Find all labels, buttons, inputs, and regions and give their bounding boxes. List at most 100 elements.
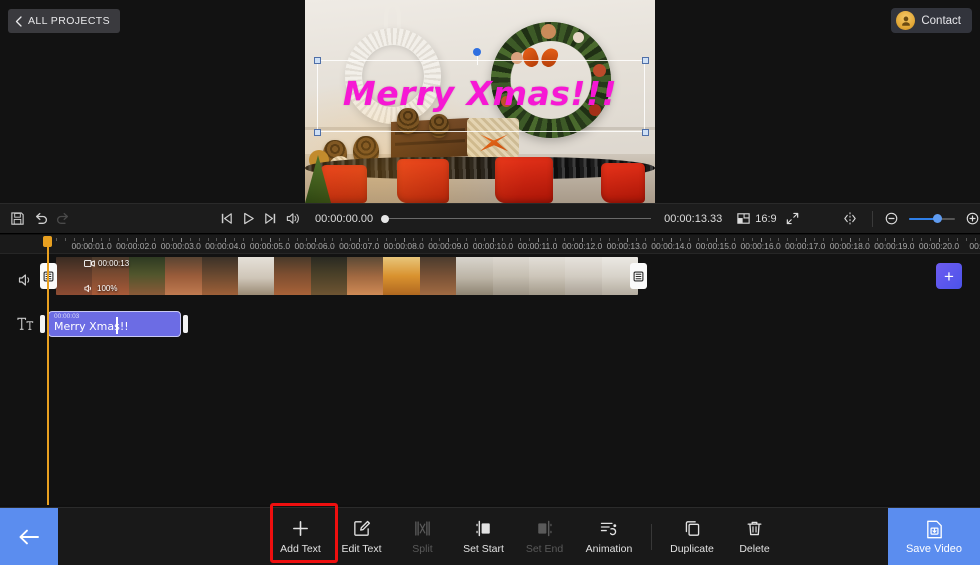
video-camera-icon [84,259,95,268]
volume-button[interactable] [285,206,301,232]
duplicate-icon [683,519,702,538]
animation-icon [599,519,619,538]
overlay-text[interactable]: Merry Xmas!!! [305,72,655,116]
contact-label: Contact [921,14,961,27]
all-projects-button[interactable]: ALL PROJECTS [8,9,121,33]
playhead-handle[interactable] [43,236,52,247]
playhead-line[interactable] [47,243,49,505]
timeline[interactable]: 00:00:01.0 00:00:02.0 00:00:03.0 00:00:04.0… [0,235,980,505]
save-video-button[interactable]: Save Video [888,508,980,565]
trash-icon [745,519,764,538]
duplicate-button[interactable]: Duplicate [660,508,724,565]
playback-control-bar: 00:00:00.00 00:00:13.33 16:9 [0,203,980,234]
set-start-icon [474,519,493,538]
set-end-button[interactable]: Set End [514,508,575,565]
set-start-label: Set Start [463,543,504,555]
aspect-ratio-label[interactable]: 16:9 [755,213,776,225]
edit-text-button[interactable]: Edit Text [331,508,392,565]
preview-area: ALL PROJECTS Contact Merry Xmas!!! [0,0,980,203]
ruler-label: 00:00:16.0 [740,241,781,251]
ruler-label: 00:00:19.0 [874,241,915,251]
rotate-handle[interactable] [473,48,481,56]
snap-to-center-icon[interactable] [842,206,858,232]
set-start-button[interactable]: Set Start [453,508,514,565]
ruler-label: 00:00:17.0 [785,241,826,251]
play-button[interactable] [241,206,256,232]
resize-handle-bottom-left[interactable] [314,129,321,136]
plus-icon [291,519,310,538]
aspect-ratio-icon[interactable] [736,206,751,232]
duplicate-label: Duplicate [670,543,714,555]
video-clip[interactable]: 00:00:13 100% [56,257,638,295]
timeline-ruler[interactable]: 00:00:01.0 00:00:02.0 00:00:03.0 00:00:04.0… [0,235,980,254]
undo-button[interactable] [33,206,49,232]
video-clip-volume: 100% [84,284,117,293]
animation-button[interactable]: Animation [575,508,643,565]
current-timecode: 00:00:00.00 [315,212,374,225]
add-text-button[interactable]: Add Text [270,508,331,565]
chevron-left-icon [14,15,23,27]
ruler-label: 00:00:11.0 [517,241,558,251]
save-video-label: Save Video [905,543,963,555]
zoom-out-button[interactable] [884,206,899,232]
text-clip-trim-handle-left[interactable] [40,315,45,333]
zoom-in-button[interactable] [965,206,980,232]
text-clip[interactable]: 00:00:03 Merry Xmas!! [48,311,181,337]
delete-label: Delete [739,543,770,555]
ruler-label: 00:00:14.0 [651,241,692,251]
bottom-toolbar: Add Text Edit Text Split Set Start Set E… [0,507,980,565]
split-button[interactable]: Split [392,508,453,565]
toolbar-divider [871,210,873,227]
ruler-label: 00:00:20.0 [918,241,960,251]
previous-frame-button[interactable] [219,206,234,232]
ruler-label: 00:00:09.0 [428,241,469,251]
ruler-label: 00:00:18.0 [829,241,870,251]
ruler-tick [55,238,57,241]
text-clip-duration: 00:00:03 [54,313,80,320]
ruler-label: 00:00:06.0 [294,241,335,251]
ruler-label: 00:00:13.0 [606,241,647,251]
ruler-label: 00:00:07.0 [339,241,380,251]
ruler-label: 00:00:02.0 [116,241,157,251]
filmstrip [56,257,638,295]
all-projects-label: ALL PROJECTS [28,15,111,27]
video-clip-trim-handle-left[interactable] [40,263,57,289]
next-frame-button[interactable] [263,206,278,232]
total-timecode: 00:00:13.33 [664,212,723,225]
ruler-label: 00:00:04.0 [205,241,246,251]
video-track[interactable]: 00:00:13 100% + [0,257,980,303]
tool-group: Add Text Edit Text Split Set Start Set E… [270,508,785,565]
ruler-label: 00:00:05.0 [249,241,291,251]
resize-handle-bottom-right[interactable] [642,129,649,136]
resize-handle-top-left[interactable] [314,57,321,64]
add-track-button[interactable]: + [936,263,962,289]
resize-handle-top-right[interactable] [642,57,649,64]
contact-button[interactable]: Contact [891,8,972,33]
ruler-label: 00:00:10.0 [472,241,514,251]
save-project-button[interactable] [10,206,25,232]
back-button[interactable] [0,508,58,565]
text-clip-trim-handle-right[interactable] [183,315,188,333]
split-icon [413,519,432,538]
zoom-slider-knob[interactable] [933,214,943,223]
fullscreen-icon[interactable] [785,206,800,232]
set-end-label: Set End [525,543,564,555]
redo-button[interactable] [55,206,71,232]
text-edit-caret [116,317,118,334]
arrow-left-icon [17,527,41,547]
video-clip-trim-handle-right[interactable] [630,263,647,289]
delete-button[interactable]: Delete [724,508,785,565]
ruler-label: 00:00:08.0 [383,241,424,251]
pencil-box-icon [352,519,371,538]
zoom-slider[interactable] [909,214,955,223]
ruler-label: 00:00:2 [969,241,980,251]
save-document-icon [924,519,945,540]
text-track[interactable]: 00:00:03 Merry Xmas!! [0,311,980,345]
video-track-mute-button[interactable] [12,257,38,303]
text-track-icon[interactable] [12,311,38,337]
playback-scrubber[interactable] [381,214,652,223]
video-clip-duration: 00:00:13 [84,259,129,268]
tool-divider [651,524,652,550]
split-label: Split [412,543,433,555]
video-editor-app: ALL PROJECTS Contact Merry Xmas!!! 00:00… [0,0,980,565]
